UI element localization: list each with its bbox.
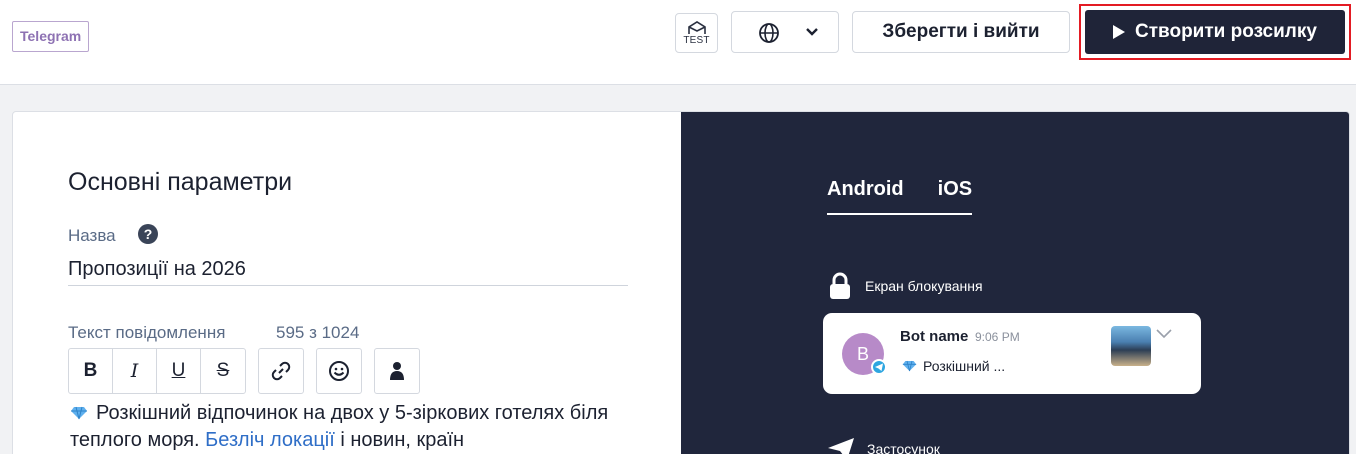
underline-icon: U [171,360,186,381]
notification-text-value: Розкішний ... [923,358,1006,374]
message-text-part2: і новин, країн [340,429,465,451]
help-icon[interactable]: ? [138,224,158,244]
gem-emoji-icon [902,360,917,372]
strikethrough-icon: S [216,360,230,381]
user-icon [390,362,404,380]
chevron-down-icon[interactable] [1155,328,1173,340]
app-label: Застосунок [867,441,940,454]
create-button-highlight: Створити розсилку [1079,4,1351,60]
insert-emoji-button[interactable] [317,349,361,393]
lock-screen-label: Екран блокування [865,278,983,294]
envelope-icon [687,20,706,34]
gem-emoji-icon [71,406,87,420]
link-group [258,348,304,394]
lock-screen-header: Екран блокування [829,272,983,300]
text-style-group: B I U S [68,348,246,394]
editor-panel: Основні параметри Назва ? Текст повідомл… [13,112,681,454]
language-select[interactable] [731,11,839,53]
strikethrough-button[interactable]: S [201,349,245,393]
bold-button[interactable]: B [69,349,113,393]
globe-icon [759,23,779,43]
underline-button[interactable]: U [157,349,201,393]
create-campaign-button[interactable]: Створити розсилку [1085,10,1345,54]
message-text-label: Текст повідомлення [68,323,226,342]
test-label: TEST [683,34,710,46]
save-and-exit-button[interactable]: Зберегти і вийти [852,11,1070,53]
name-label: Назва [68,226,116,245]
send-icon [828,438,854,454]
emoji-group [316,348,362,394]
notification-text: Розкішний ... [902,358,1005,374]
notification-image-thumbnail [1111,326,1151,366]
top-bar: Telegram TEST Зберегти і вийти Створити … [0,0,1356,85]
bold-icon: B [83,360,98,381]
notification-preview: B Bot name 9:06 PM Розкішний ... [823,313,1201,394]
italic-icon: I [130,360,139,382]
char-counter: 595 з 1024 [276,323,360,342]
name-input[interactable] [68,254,628,286]
app-header: Застосунок [827,437,940,454]
link-icon [271,361,291,381]
create-campaign-label: Створити розсилку [1135,21,1317,42]
notification-time: 9:06 PM [975,330,1020,344]
lock-icon [830,272,850,299]
section-title: Основні параметри [68,168,293,196]
insert-variable-button[interactable] [375,349,419,393]
platform-tabs: Android iOS [827,178,973,215]
message-editor[interactable]: Розкішний відпочинок на двох у 5-зіркови… [70,400,650,454]
formatting-toolbar: B I U S [68,348,432,394]
message-link[interactable]: Безліч локації [205,429,335,451]
channel-badge: Telegram [12,21,90,52]
play-icon [1113,25,1126,39]
preview-panel: Android iOS Екран блокування B Bot name … [681,112,1349,454]
italic-button[interactable]: I [113,349,157,393]
campaign-editor-card: Основні параметри Назва ? Текст повідомл… [12,111,1350,454]
tab-android[interactable]: Android [827,178,904,215]
personalize-group [374,348,420,394]
chevron-down-icon [806,28,818,36]
telegram-icon [871,359,887,375]
bot-name: Bot name [900,328,969,345]
insert-link-button[interactable] [259,349,303,393]
smile-icon [329,361,349,381]
test-send-button[interactable]: TEST [675,13,718,53]
tab-ios[interactable]: iOS [938,178,972,213]
